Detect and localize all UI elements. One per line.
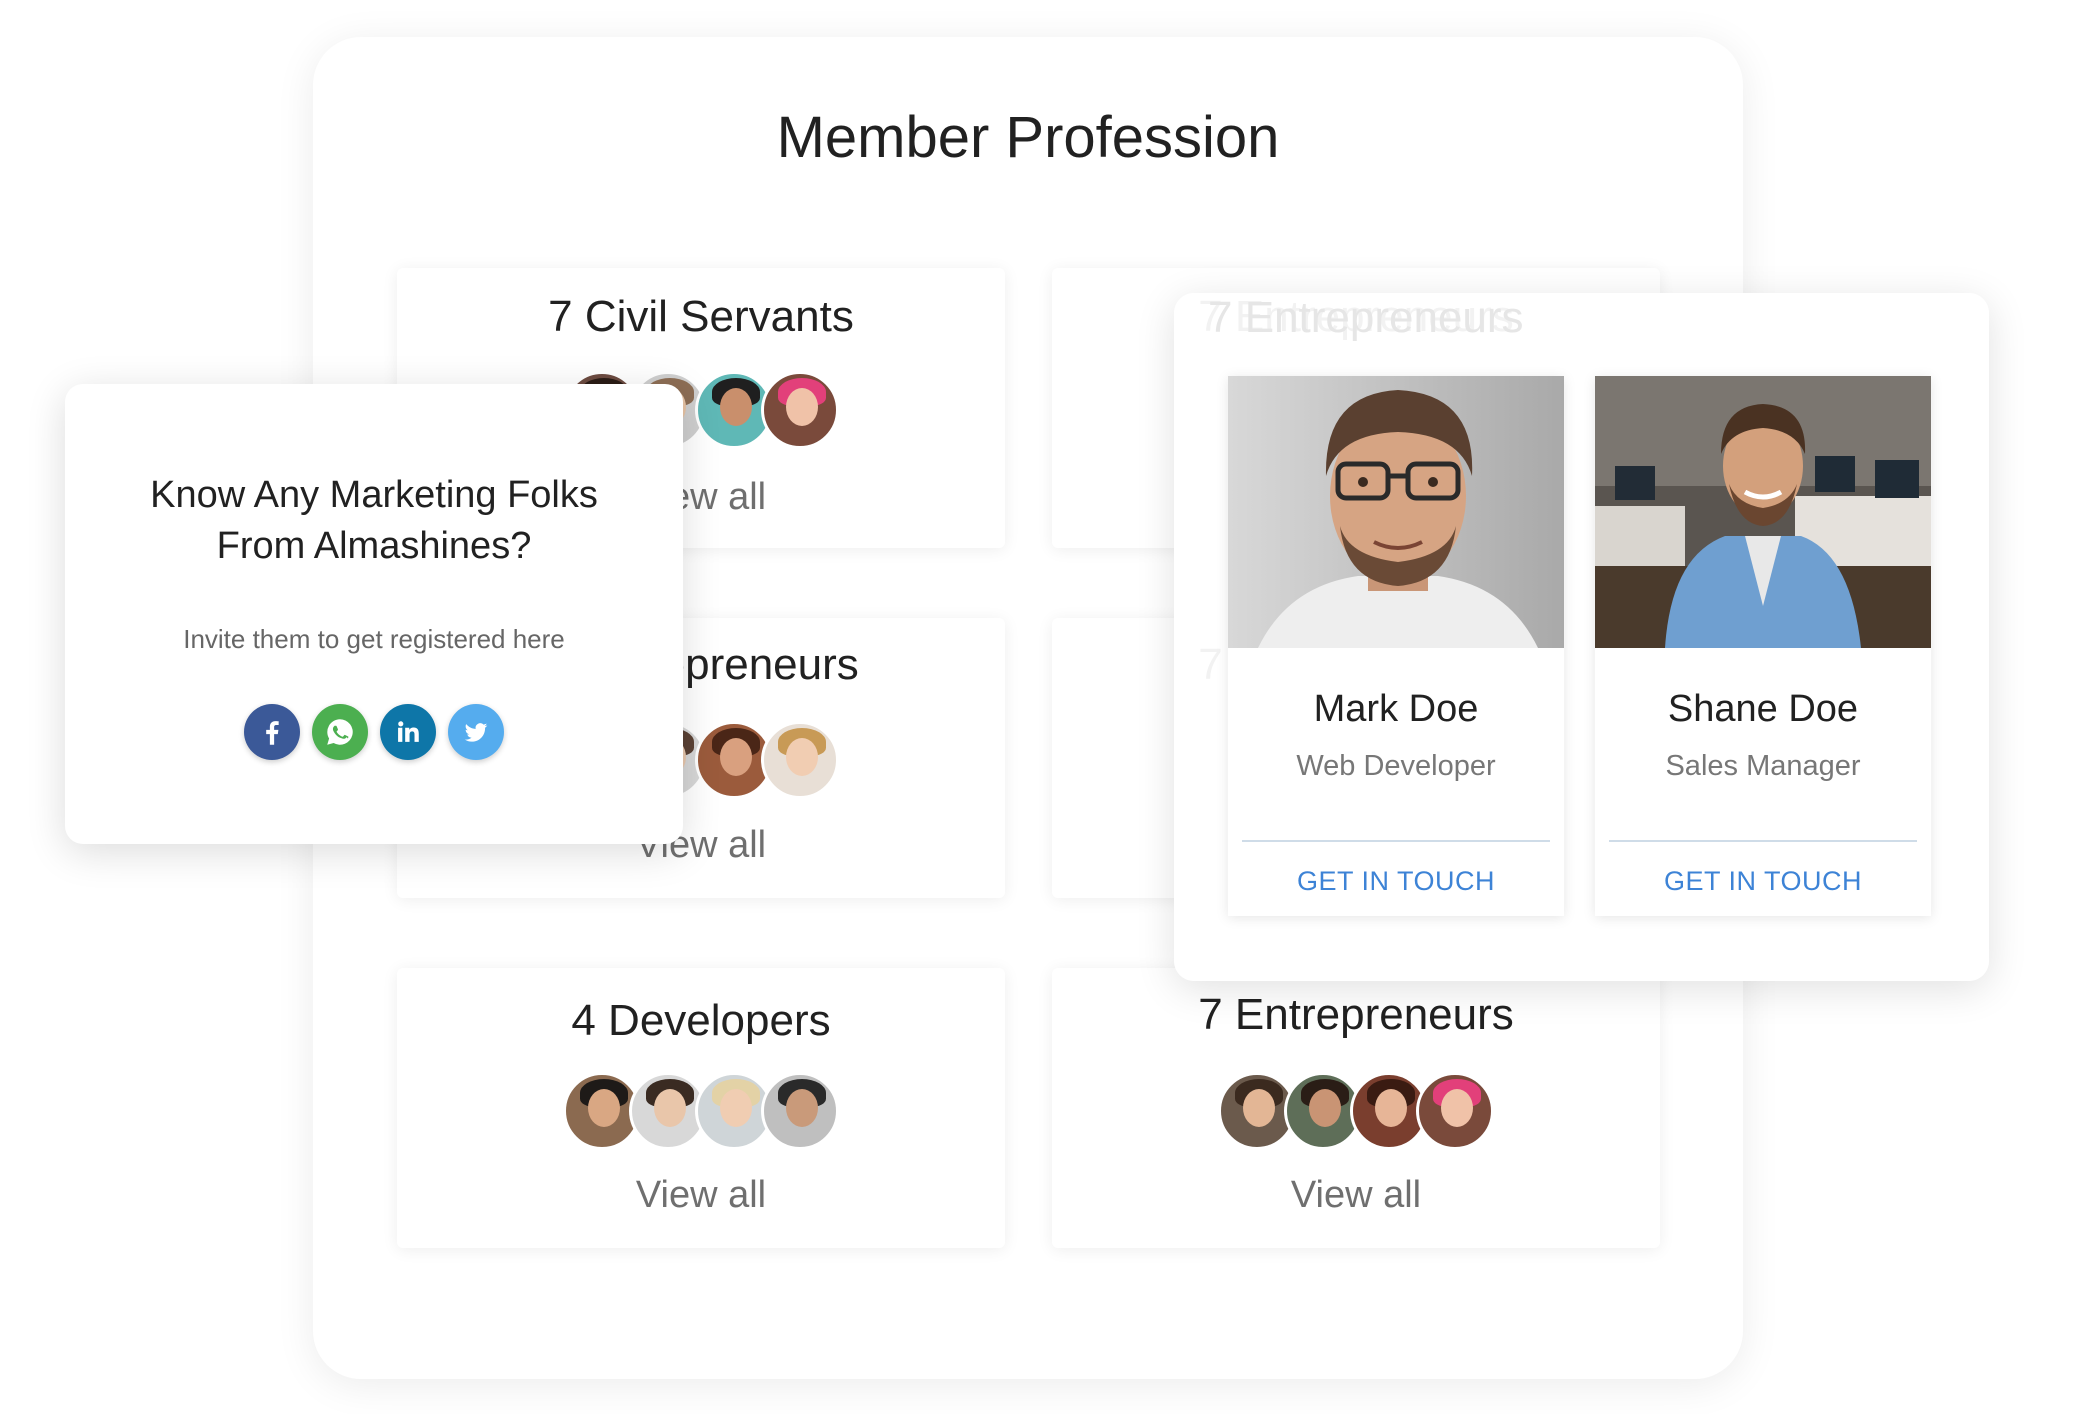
linkedin-icon[interactable] xyxy=(380,704,436,760)
invite-title-line: Know Any Marketing Folks xyxy=(150,474,598,516)
profession-card-entrepreneurs[interactable]: 7 Entrepreneurs View all xyxy=(1052,968,1660,1248)
profession-title: 7 Civil Servants xyxy=(548,292,854,341)
facebook-icon[interactable] xyxy=(244,704,300,760)
divider xyxy=(1609,840,1917,842)
person-role: Web Developer xyxy=(1296,750,1496,782)
profile-photo xyxy=(1228,376,1564,648)
person-card: Mark Doe Web Developer GET IN TOUCH xyxy=(1228,376,1564,916)
avatar-group xyxy=(397,1072,1005,1150)
get-in-touch-button[interactable]: GET IN TOUCH xyxy=(1228,866,1564,897)
profession-title: 4 Developers xyxy=(571,996,831,1045)
person-name: Mark Doe xyxy=(1313,688,1479,730)
social-share-row xyxy=(65,704,683,760)
contact-panel: 7 Entrepreneurs Mark Doe Web Developer G… xyxy=(1174,293,1989,981)
person-role: Sales Manager xyxy=(1665,750,1861,782)
invite-title: Know Any Marketing Folks From Almashines… xyxy=(65,470,683,572)
invite-card: Know Any Marketing Folks From Almashines… xyxy=(65,384,683,844)
avatar xyxy=(761,721,839,799)
person-name: Shane Doe xyxy=(1667,688,1859,730)
whatsapp-icon[interactable] xyxy=(312,704,368,760)
view-all-link[interactable]: View all xyxy=(397,1174,1005,1217)
person-card: Shane Doe Sales Manager GET IN TOUCH xyxy=(1595,376,1931,916)
profession-title: 7 Entrepreneurs xyxy=(1198,990,1514,1039)
twitter-icon[interactable] xyxy=(448,704,504,760)
invite-title-line: From Almashines? xyxy=(216,525,532,567)
avatar xyxy=(761,371,839,449)
view-all-link[interactable]: View all xyxy=(1052,1174,1660,1217)
profile-photo xyxy=(1595,376,1931,648)
get-in-touch-button[interactable]: GET IN TOUCH xyxy=(1595,866,1931,897)
avatar xyxy=(761,1072,839,1150)
divider xyxy=(1242,840,1550,842)
avatar xyxy=(1416,1072,1494,1150)
avatar-group xyxy=(1052,1072,1660,1150)
profession-title: 7 Entrepreneurs xyxy=(1208,293,1524,342)
page-title: Member Profession xyxy=(776,105,1280,170)
profession-card-developers[interactable]: 4 Developers View all xyxy=(397,968,1005,1248)
invite-subtitle: Invite them to get registered here xyxy=(183,624,565,654)
